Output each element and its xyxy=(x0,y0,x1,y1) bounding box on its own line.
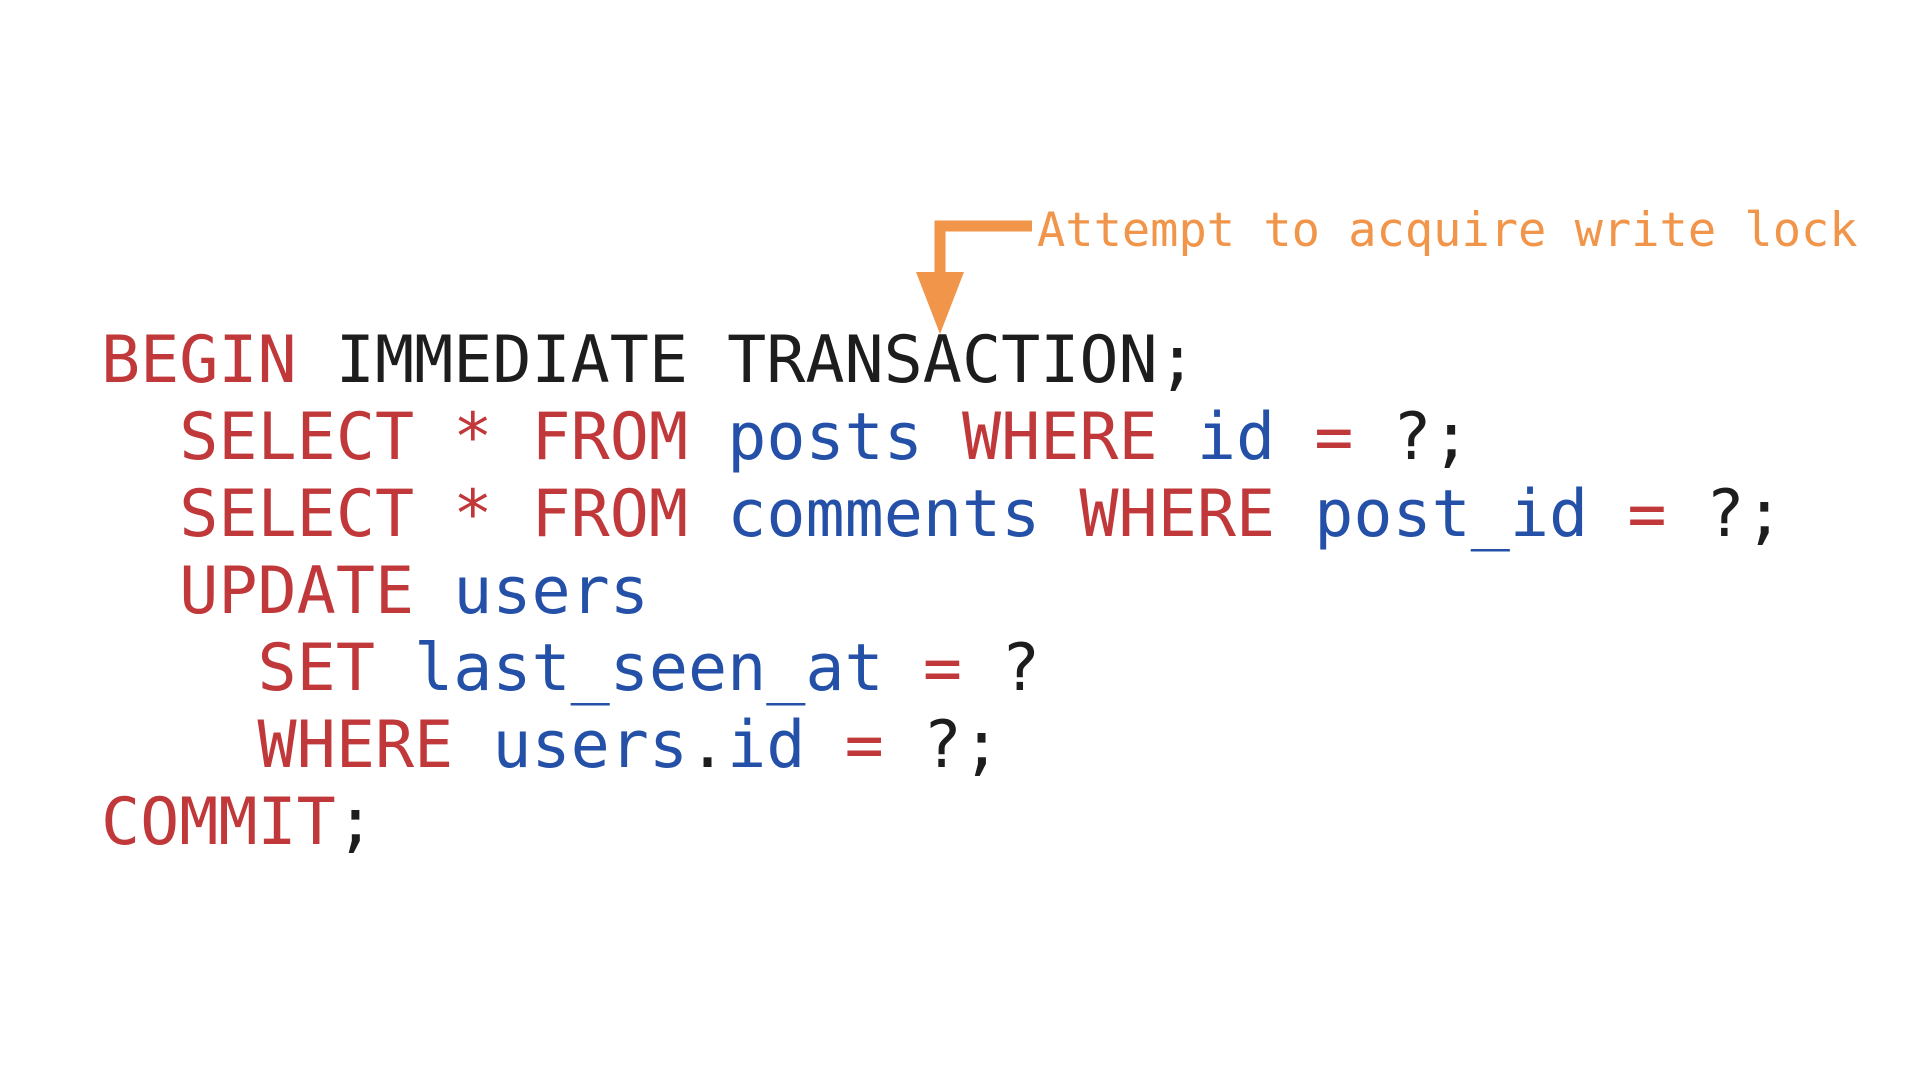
code-token-plain: . xyxy=(688,708,728,783)
sql-code-block: BEGIN IMMEDIATE TRANSACTION; SELECT * FR… xyxy=(101,322,1784,861)
code-token-keyword: FROM xyxy=(531,400,689,475)
code-token-keyword: = xyxy=(844,708,884,783)
code-token-keyword: BEGIN xyxy=(101,323,297,398)
code-token-keyword: FROM xyxy=(531,477,689,552)
code-token-keyword: COMMIT xyxy=(101,785,336,860)
annotation-label: Attempt to acquire write lock xyxy=(1037,203,1858,258)
code-token-keyword: SELECT xyxy=(179,400,415,475)
code-token-ident: id xyxy=(1196,400,1276,475)
code-token-keyword: SELECT xyxy=(179,477,415,552)
code-token-plain: ?; xyxy=(1353,400,1471,475)
code-token-plain: ?; xyxy=(883,708,1002,783)
code-token-keyword: * xyxy=(453,400,493,475)
code-token-keyword: = xyxy=(1314,400,1354,475)
code-token-plain: ; xyxy=(335,785,375,860)
code-token-keyword: UPDATE xyxy=(179,554,415,629)
code-token-plain: ?; xyxy=(1666,477,1784,552)
code-token-ident: posts xyxy=(727,400,923,475)
code-token-keyword: WHERE xyxy=(1079,477,1276,552)
code-line: SET last_seen_at = ? xyxy=(101,630,1784,707)
code-token-ident: last_seen_at xyxy=(414,631,884,706)
code-token-ident: id xyxy=(727,708,806,783)
code-token-keyword: SET xyxy=(257,631,375,706)
code-token-keyword: WHERE xyxy=(257,708,454,783)
code-line: SELECT * FROM comments WHERE post_id = ?… xyxy=(101,476,1784,553)
code-line: BEGIN IMMEDIATE TRANSACTION; xyxy=(101,322,1784,399)
arrow-elbow-line xyxy=(934,220,1032,276)
code-line: UPDATE users xyxy=(101,553,1784,630)
code-token-ident: users xyxy=(453,554,649,629)
code-line: COMMIT; xyxy=(101,784,1784,861)
code-token-plain: ? xyxy=(961,631,1041,706)
code-token-keyword: = xyxy=(922,631,962,706)
code-line: SELECT * FROM posts WHERE id = ?; xyxy=(101,399,1784,476)
code-token-ident: post_id xyxy=(1314,477,1589,552)
code-token-keyword: * xyxy=(453,477,493,552)
code-token-ident: users xyxy=(492,708,689,783)
code-token-plain: IMMEDIATE TRANSACTION; xyxy=(296,323,1197,398)
code-line: WHERE users.id = ?; xyxy=(101,707,1784,784)
code-token-ident: comments xyxy=(727,477,1041,552)
code-token-keyword: = xyxy=(1627,477,1667,552)
code-token-keyword: WHERE xyxy=(962,400,1158,475)
